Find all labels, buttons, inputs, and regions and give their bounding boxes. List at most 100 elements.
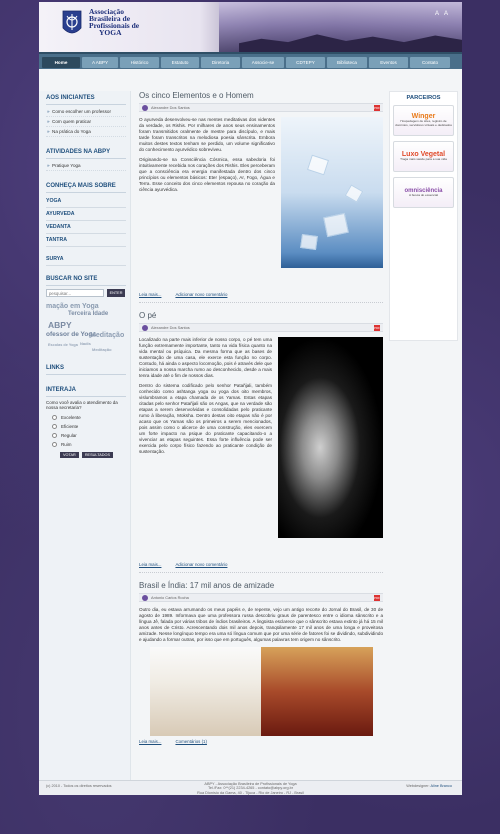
tag-link[interactable]: Escolas de Yoga <box>48 343 78 347</box>
sidebar-link[interactable]: Na prática do Yoga <box>46 127 126 137</box>
article-author: Alexandre Dos Santos <box>151 105 190 110</box>
nav-label: Histórico <box>130 60 149 65</box>
tag-link[interactable]: ofessor de Yoga <box>46 331 96 338</box>
sidebar-link[interactable]: Pratique Yoga <box>46 161 126 171</box>
article-title[interactable]: Brasil e Índia: 17 mil anos de amizade <box>139 581 383 590</box>
footer-credit: Webdesigner: Aline Branco <box>406 784 452 788</box>
vote-button[interactable]: VOTAR <box>60 452 79 458</box>
article-title[interactable]: Os cinco Elementos e o Homem <box>139 91 383 100</box>
article-body: Outro dia, eu estava arrumando os meus p… <box>139 607 383 736</box>
poll-option[interactable]: Eficiente <box>46 422 126 431</box>
sidebar-link-vedanta[interactable]: VEDANTA <box>46 221 126 234</box>
article: O pé Alexandre Dos Santos PDF Localizado… <box>139 311 383 573</box>
poll-option[interactable]: Ruim <box>46 440 126 449</box>
radio-button[interactable] <box>52 415 57 420</box>
article-meta: Alexandre Dos Santos PDF <box>139 103 383 112</box>
nav-home[interactable]: Home <box>42 57 80 68</box>
author-icon <box>142 104 148 111</box>
poll-option-label: Excelente <box>61 415 81 420</box>
article-paragraph: Outro dia, eu estava arrumando os meus p… <box>139 607 383 642</box>
sidebar-link-tantra[interactable]: TANTRA <box>46 234 126 247</box>
indian-bride-photo <box>261 647 373 736</box>
poll-option[interactable]: Regular <box>46 431 126 440</box>
header: Associação Brasileira de Profissionais d… <box>39 2 462 52</box>
nav-eventos[interactable]: Eventos <box>369 57 408 68</box>
pdf-icon[interactable]: PDF <box>374 594 380 601</box>
tag-link[interactable]: Nadis <box>80 341 91 346</box>
main-nav: Home A ABPY Histórico Estatuto Diretoria… <box>39 52 462 69</box>
read-more-link[interactable]: Leia mais... <box>139 562 161 567</box>
article: Brasil e Índia: 17 mil anos de amizade A… <box>139 581 383 744</box>
right-sidebar: PARCEIROS Winger Hospedagem de sites, re… <box>389 91 458 341</box>
nav-contato[interactable]: Contato <box>410 57 450 68</box>
results-button[interactable]: RESULTADOS <box>81 452 113 458</box>
logo-line: YOGA <box>99 28 122 37</box>
search-input[interactable] <box>46 289 104 297</box>
article-links: Leia mais... Adicionar novo comentário <box>139 562 383 567</box>
tag-link[interactable]: Meditação <box>92 347 112 352</box>
nav-estatuto[interactable]: Estatuto <box>161 57 199 68</box>
footer-address: Rua Dionísio da Gama, 40 - Tijuca - Rio … <box>197 790 304 795</box>
radio-button[interactable] <box>52 442 57 447</box>
poll-option-label: Ruim <box>61 442 72 447</box>
radio-button[interactable] <box>52 433 57 438</box>
webdesigner-link[interactable]: Aline Branco <box>430 784 452 788</box>
poll-option[interactable]: Excelente <box>46 413 126 422</box>
partner-desc: Traga mais saúde para a sua vida <box>400 157 447 162</box>
sidebar-link-yoga[interactable]: YOGA <box>46 195 126 208</box>
partner-desc: Hospedagem de sites, registro de domínio… <box>395 119 452 127</box>
nav-label: Biblioteca <box>337 60 357 65</box>
partner-banner[interactable]: Winger Hospedagem de sites, registro de … <box>393 105 454 136</box>
article-body: Localizado na parte mais inferior de nos… <box>139 337 383 559</box>
sidebar-link[interactable]: Como escolher um professor <box>46 107 126 117</box>
nav-diretoria[interactable]: Diretoria <box>201 57 240 68</box>
samba-dancer-photo <box>149 647 261 736</box>
tag-link[interactable]: mação em Yoga <box>46 303 99 310</box>
divider <box>139 302 383 303</box>
partner-banner[interactable]: omnisciência A busca do essencial <box>393 177 454 208</box>
read-more-link[interactable]: Leia mais... <box>139 292 161 297</box>
sidebar-link-surya[interactable]: SURYA <box>46 253 126 266</box>
comments-link[interactable]: Comentários (1) <box>175 739 206 744</box>
font-size-controls[interactable]: A A <box>435 11 450 17</box>
article-links: Leia mais... Comentários (1) <box>139 739 383 744</box>
search-row: ENTER <box>46 289 126 297</box>
logo-text[interactable]: Associação Brasileira de Profissionais d… <box>89 8 139 37</box>
content-area: AOS INICIANTES Como escolher um professo… <box>39 69 462 780</box>
read-more-link[interactable]: Leia mais... <box>139 739 161 744</box>
nav-cdtepy[interactable]: CDTEPY <box>286 57 325 68</box>
nav-historico[interactable]: Histórico <box>120 57 159 68</box>
nav-abpy[interactable]: A ABPY <box>82 57 118 68</box>
nav-label: A ABPY <box>91 60 109 65</box>
article-links: Leia mais... Adicionar novo comentário <box>139 292 383 297</box>
pdf-icon[interactable]: PDF <box>374 324 380 331</box>
add-comment-link[interactable]: Adicionar novo comentário <box>175 562 227 567</box>
sidebar-link-ayurveda[interactable]: AYURVEDA <box>46 208 126 221</box>
author-icon <box>142 324 148 331</box>
radio-button[interactable] <box>52 424 57 429</box>
tag-link[interactable]: Meditação <box>90 332 124 339</box>
search-button[interactable]: ENTER <box>107 289 125 297</box>
abpy-logo-icon[interactable] <box>61 10 83 38</box>
partner-banner[interactable]: Luxo Vegetal Traga mais saúde para a sua… <box>393 141 454 172</box>
nav-associe-se[interactable]: Associe-se <box>242 57 284 68</box>
page-wrapper: Associação Brasileira de Profissionais d… <box>39 2 462 795</box>
article-meta: Antonio Carlos Rocha PDF <box>139 593 383 602</box>
add-comment-link[interactable]: Adicionar novo comentário <box>175 292 227 297</box>
tag-cloud: mação em Yoga Terceira Idade ABPY ofesso… <box>46 301 126 359</box>
tag-link[interactable]: Terceira Idade <box>68 311 108 317</box>
tag-link[interactable]: ABPY <box>48 320 72 330</box>
nav-label: Eventos <box>380 60 397 65</box>
partners-title: PARCEIROS <box>406 95 441 101</box>
article-author: Alexandre Dos Santos <box>151 325 190 330</box>
article-title[interactable]: O pé <box>139 311 383 320</box>
sidebar-link[interactable]: Com quem praticar <box>46 117 126 127</box>
nav-biblioteca[interactable]: Biblioteca <box>327 57 367 68</box>
article-meta: Alexandre Dos Santos PDF <box>139 323 383 332</box>
water-ice-image <box>281 117 383 268</box>
poll-option-label: Eficiente <box>61 424 79 429</box>
nav-label: CDTEPY <box>296 60 315 65</box>
article-author: Antonio Carlos Rocha <box>151 595 189 600</box>
pdf-icon[interactable]: PDF <box>374 104 380 111</box>
nav-label: Estatuto <box>171 60 189 65</box>
